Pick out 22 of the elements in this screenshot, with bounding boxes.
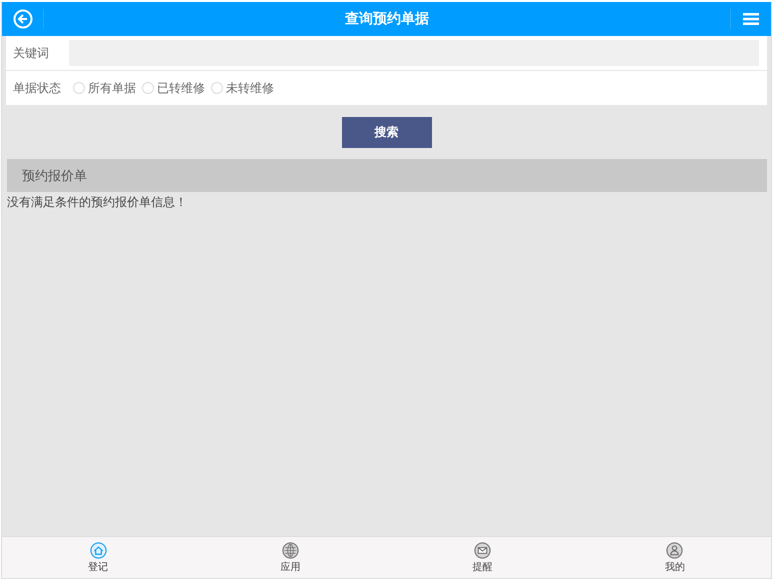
- status-label: 单据状态: [12, 80, 62, 96]
- tab[interactable]: 提醒: [386, 537, 579, 578]
- search-button[interactable]: 搜索: [342, 117, 432, 148]
- tab[interactable]: 我的: [578, 537, 771, 578]
- radio-button[interactable]: [142, 82, 154, 94]
- radio-label[interactable]: 所有单据: [88, 80, 136, 96]
- section-title: 预约报价单: [22, 168, 87, 184]
- radio-button[interactable]: [211, 82, 223, 94]
- page-title: 查询预约单据: [344, 10, 430, 28]
- radio-label[interactable]: 已转维修: [157, 80, 205, 96]
- back-icon[interactable]: [13, 9, 33, 29]
- globe-icon: [282, 542, 299, 558]
- tab[interactable]: 应用: [194, 537, 386, 578]
- house-icon: [90, 542, 107, 558]
- keyword-label: 关键词: [12, 44, 50, 62]
- envelope-icon: [474, 542, 492, 558]
- radio-button[interactable]: [73, 82, 85, 94]
- menu-icon[interactable]: [743, 13, 759, 25]
- person-icon: [666, 542, 684, 558]
- tab[interactable]: 登记: [2, 537, 194, 578]
- radio-label[interactable]: 未转维修: [226, 80, 274, 96]
- empty-message: 没有满足条件的预约报价单信息！: [6, 194, 188, 211]
